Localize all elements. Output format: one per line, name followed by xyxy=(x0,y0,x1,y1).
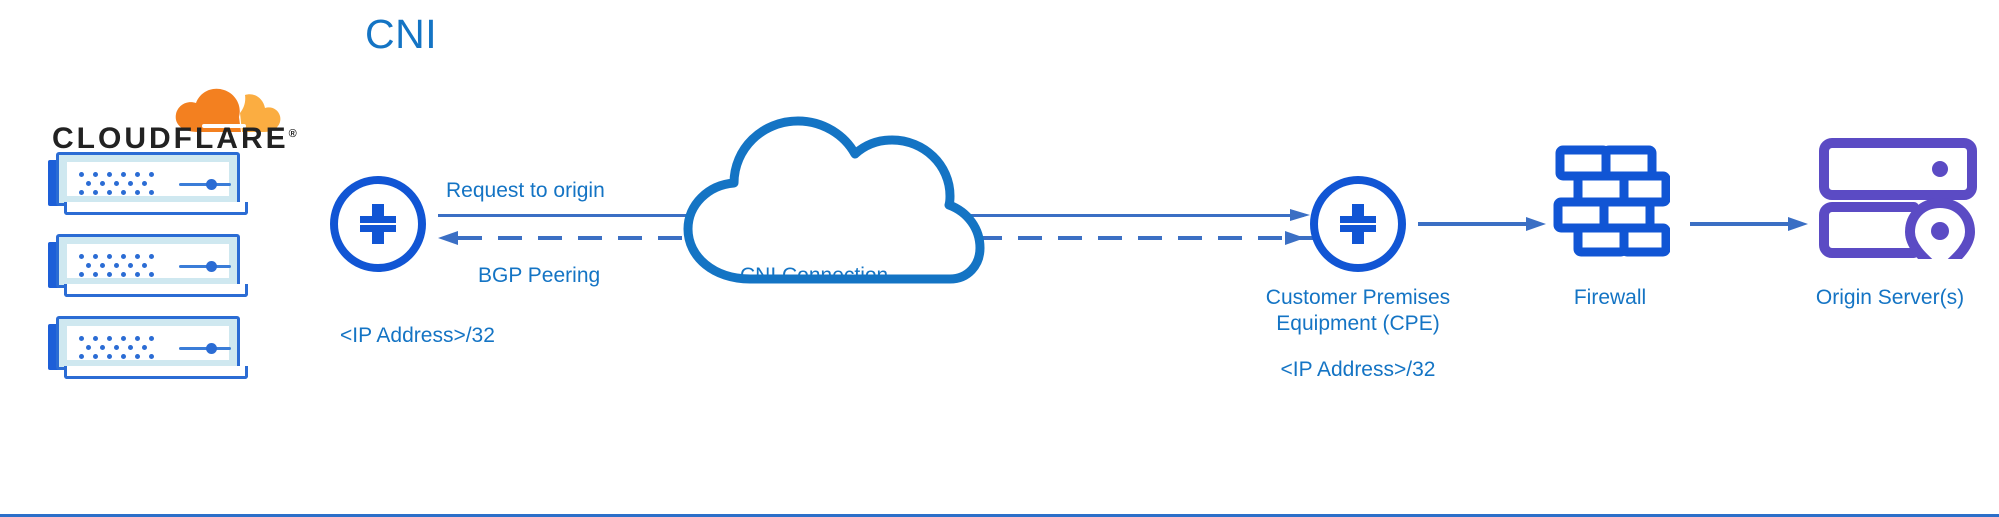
firewall-brick-icon xyxy=(1553,145,1670,257)
cloudflare-wordmark-text: CLOUDFLARE xyxy=(52,122,289,155)
cpe-label-line2: Equipment (CPE) xyxy=(1276,312,1440,335)
server-indicator-bar xyxy=(179,183,231,186)
cpe-to-firewall-arrow xyxy=(1418,217,1546,231)
server-chassis xyxy=(56,152,240,206)
server-face xyxy=(67,244,231,278)
cpe-router-icon xyxy=(1310,176,1406,272)
request-to-origin-label: Request to origin xyxy=(446,179,605,202)
cloudflare-wordmark: CLOUDFLARE® xyxy=(52,124,297,154)
cloudflare-server-1 xyxy=(48,152,248,216)
origin-server-label: Origin Server(s) xyxy=(1815,286,1965,309)
server-chassis xyxy=(56,234,240,288)
server-led-icon xyxy=(206,179,217,190)
server-vent-dots xyxy=(79,172,165,196)
server-base xyxy=(64,284,248,297)
cni-connection-label: CNI Connection xyxy=(740,264,889,287)
server-led-icon xyxy=(206,261,217,272)
server-face xyxy=(67,162,231,196)
cloudflare-router-icon xyxy=(330,176,426,272)
origin-server-pin-icon xyxy=(1819,138,1977,259)
cloudflare-router-ip-label: <IP Address>/32 xyxy=(340,324,495,347)
cloudflare-logo: CLOUDFLARE® xyxy=(52,88,297,154)
server-base xyxy=(64,366,248,379)
registered-trademark-icon: ® xyxy=(288,128,297,140)
server-led-icon xyxy=(206,343,217,354)
diagram-canvas: CNI CLOUDFLARE® Request to origin BGP Pe… xyxy=(0,0,1999,517)
server-vent-dots xyxy=(79,254,165,278)
server-base xyxy=(64,202,248,215)
bgp-peering-label: BGP Peering xyxy=(478,264,601,287)
firewall-to-origin-arrow xyxy=(1690,217,1808,231)
page-title: CNI xyxy=(365,11,438,57)
server-chassis xyxy=(56,316,240,370)
cpe-ip-label: <IP Address>/32 xyxy=(1280,358,1436,381)
firewall-label: Firewall xyxy=(1573,286,1647,309)
cloudflare-server-3 xyxy=(48,316,248,380)
cloudflare-server-2 xyxy=(48,234,248,298)
server-indicator-bar xyxy=(179,347,231,350)
server-vent-dots xyxy=(79,336,165,360)
server-face xyxy=(67,326,231,360)
server-indicator-bar xyxy=(179,265,231,268)
cpe-label-line1: Customer Premises xyxy=(1265,286,1451,309)
